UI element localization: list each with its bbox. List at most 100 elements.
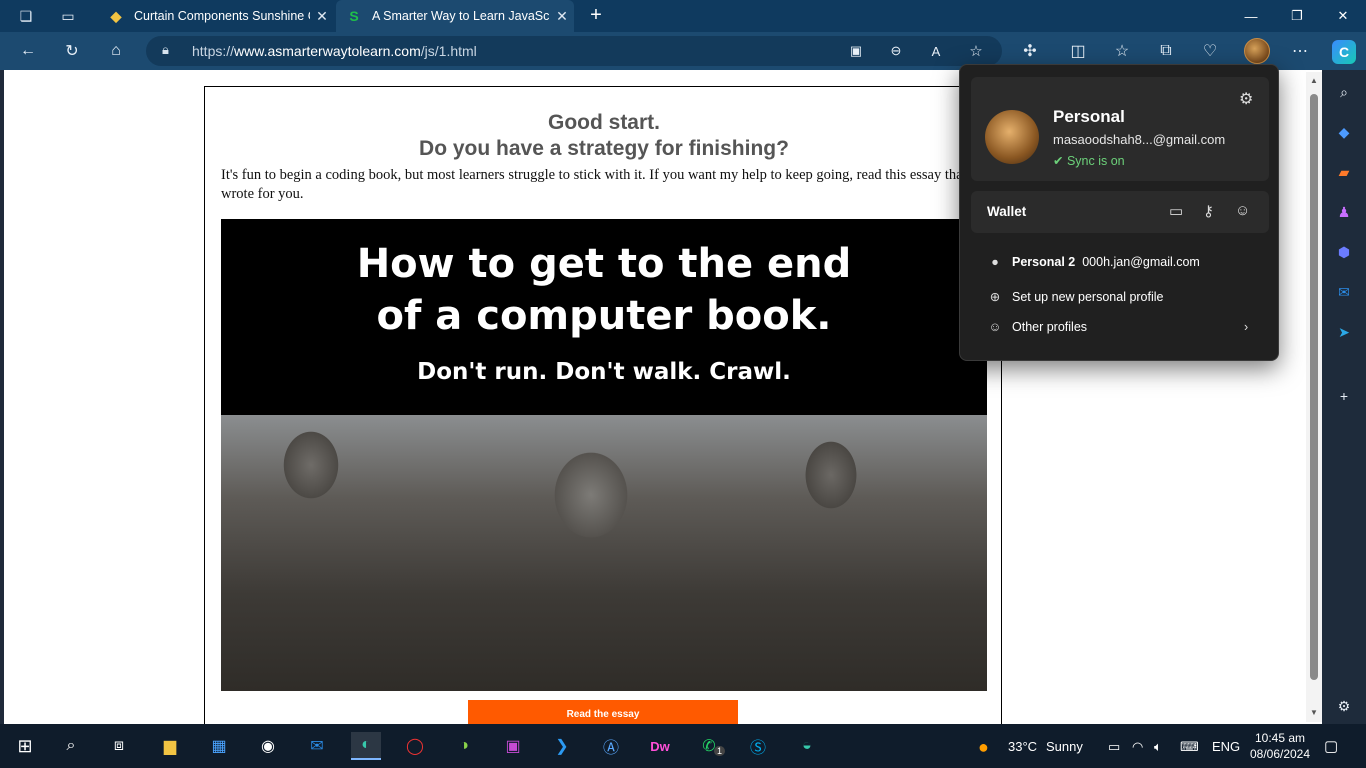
microsoft-365-icon[interactable]: ⬢ xyxy=(1334,242,1354,262)
drop-icon[interactable]: ➤ xyxy=(1334,322,1354,342)
tab-smarter-way[interactable]: S A Smarter Way to Learn JavaScrip ✕ xyxy=(336,0,574,32)
sync-status: ✔ Sync is on xyxy=(1053,154,1125,168)
whatsapp-icon[interactable]: ✆ 1 xyxy=(694,732,726,760)
banner-line1: How to get to the end xyxy=(356,241,852,287)
profile-email: masaoodshah8...@gmail.com xyxy=(1053,132,1226,147)
setup-new-profile[interactable]: ⊕ Set up new personal profile xyxy=(986,289,1164,305)
search-icon[interactable]: ⌕ xyxy=(1334,82,1354,102)
tab-curtain-components[interactable]: ◆ Curtain Components Sunshine C ✕ xyxy=(98,0,334,32)
favicon-icon: ◆ xyxy=(110,7,122,24)
volume-icon[interactable]: 🔈︎ xyxy=(1154,739,1162,755)
edge-beta-icon[interactable]: ◒ xyxy=(792,732,822,760)
sync-check-icon: ✔ xyxy=(1053,154,1067,168)
profile-avatar[interactable] xyxy=(1244,38,1270,64)
personal-info-icon[interactable]: ☺ xyxy=(1235,202,1250,219)
address-bar[interactable]: 🔒︎ https://www.asmarterwaytolearn.com/js… xyxy=(146,36,1002,66)
vscode-icon[interactable]: ❯ xyxy=(547,732,577,760)
camera-icon[interactable]: ◉ xyxy=(253,732,283,760)
whatsapp-badge: 1 xyxy=(714,746,726,756)
skype-icon[interactable]: Ⓢ xyxy=(743,732,773,760)
edge-icon[interactable]: ◐ xyxy=(351,732,381,760)
current-profile-card: Personal masaoodshah8...@gmail.com ✔ Syn… xyxy=(971,77,1269,181)
profile-name: Personal xyxy=(1053,107,1125,126)
outlook-icon[interactable]: ✉ xyxy=(1334,282,1354,302)
url-text[interactable]: https://www.asmarterwaytolearn.com/js/1.… xyxy=(192,43,477,59)
sidebar-settings-icon[interactable]: ⚙ xyxy=(1334,696,1354,716)
opera-icon[interactable]: ◯ xyxy=(400,732,430,760)
close-tab-icon[interactable]: ✕ xyxy=(550,8,574,25)
edge-dev-icon[interactable]: ◑ xyxy=(449,732,479,760)
banner-line3: Don't run. Don't walk. Crawl. xyxy=(417,359,791,385)
search-taskbar-icon[interactable]: ⌕ xyxy=(56,732,86,760)
heading-line1: Good start. xyxy=(547,111,660,134)
refresh-icon[interactable]: ↻ xyxy=(60,39,84,63)
wallet-label: Wallet xyxy=(987,204,1027,219)
title-bar: ❏ ▭ ◆ Curtain Components Sunshine C ✕ S … xyxy=(0,0,1366,32)
battery-icon[interactable]: ▭ xyxy=(1108,739,1120,755)
scroll-down-icon[interactable]: ▼ xyxy=(1306,708,1322,717)
other-profile-personal-2[interactable]: ● Personal 2 000h.jan@gmail.com xyxy=(986,255,1200,269)
outlook-new-icon[interactable]: ✉ xyxy=(302,732,332,760)
lock-icon[interactable]: 🔒︎ xyxy=(162,42,169,58)
weather-text[interactable]: Sunny xyxy=(1046,739,1083,754)
profile-avatar-small-icon: ● xyxy=(991,255,999,269)
media-blocked-icon[interactable]: ▣ xyxy=(844,39,868,63)
close-window-button[interactable]: ✕ xyxy=(1320,0,1366,32)
date: 08/06/2024 xyxy=(1249,747,1311,761)
workspaces-icon[interactable]: ❏ xyxy=(16,6,36,26)
keyboard-icon[interactable]: ⌨ xyxy=(1180,739,1199,755)
favorite-star-icon[interactable]: ☆ xyxy=(964,39,988,63)
shopping-icon[interactable]: ◆ xyxy=(1334,122,1354,142)
clock[interactable]: 10:45 am 08/06/2024 xyxy=(1244,730,1316,762)
task-view-icon[interactable]: ⧈ xyxy=(104,732,134,760)
intro-paragraph: It's fun to begin a coding book, but mos… xyxy=(221,167,976,202)
browser-essentials-icon[interactable]: ♡ xyxy=(1198,39,1222,63)
setup-new-profile-label: Set up new personal profile xyxy=(1012,289,1164,304)
tab-title: A Smarter Way to Learn JavaScrip xyxy=(372,9,550,23)
favicon-icon: S xyxy=(349,8,359,24)
intellij-icon[interactable]: ▣ xyxy=(498,732,528,760)
wallet-row[interactable]: Wallet ▭ ⚷ ☺ xyxy=(971,191,1269,233)
content-frame: Good start. Do you have a strategy for f… xyxy=(204,86,1002,746)
copilot-icon[interactable]: C xyxy=(1332,40,1356,64)
weather-sun-icon[interactable]: ● xyxy=(978,737,989,758)
profile-settings-icon[interactable]: ⚙ xyxy=(1239,89,1253,109)
file-explorer-icon[interactable]: ▆ xyxy=(155,732,185,760)
new-tab-button[interactable]: + xyxy=(584,4,608,28)
scrollbar-thumb[interactable] xyxy=(1310,94,1318,680)
payment-card-icon[interactable]: ▭ xyxy=(1169,202,1183,220)
password-key-icon[interactable]: ⚷ xyxy=(1203,202,1214,220)
split-screen-icon[interactable]: ◫ xyxy=(1066,39,1090,63)
windows-taskbar: ⊞ ⌕ ⧈ ▆ ▦ ◉ ✉ ◐ ◯ ◑ ▣ ❯ Ⓐ Dw ✆ 1 Ⓢ ◒ ● 33… xyxy=(0,724,1366,768)
add-sidebar-app-icon[interactable]: + xyxy=(1334,386,1354,406)
scroll-up-icon[interactable]: ▲ xyxy=(1306,76,1322,85)
games-icon[interactable]: ♟ xyxy=(1334,202,1354,222)
microsoft-store-icon[interactable]: ▦ xyxy=(204,732,234,760)
tab-actions-icon[interactable]: ▭ xyxy=(58,6,78,26)
start-icon[interactable]: ⊞ xyxy=(10,732,40,760)
collections-icon[interactable]: ⧉ xyxy=(1154,39,1178,63)
back-icon[interactable]: ← xyxy=(16,39,40,63)
more-options-icon[interactable]: ⋯ xyxy=(1288,39,1312,63)
dreamweaver-icon[interactable]: Dw xyxy=(645,732,675,760)
restore-button[interactable]: ❐ xyxy=(1274,0,1320,32)
profile-flyout: Personal masaoodshah8...@gmail.com ✔ Syn… xyxy=(959,64,1279,361)
minimize-button[interactable]: — xyxy=(1228,0,1274,32)
extensions-icon[interactable]: ✣ xyxy=(1018,39,1042,63)
add-circle-icon: ⊕ xyxy=(989,290,1001,304)
page-scrollbar[interactable]: ▲ ▼ xyxy=(1306,72,1322,722)
tab-title: Curtain Components Sunshine C xyxy=(134,9,310,23)
tools-icon[interactable]: ▰ xyxy=(1334,162,1354,182)
home-icon[interactable]: ⌂ xyxy=(104,39,128,63)
chevron-right-icon: › xyxy=(1244,320,1249,334)
wifi-icon[interactable]: ◠ xyxy=(1132,739,1143,755)
notifications-icon[interactable]: ▢ xyxy=(1324,737,1338,755)
close-tab-icon[interactable]: ✕ xyxy=(310,8,334,25)
temperature[interactable]: 33°C xyxy=(1008,739,1037,754)
zoom-icon[interactable]: ⊖ xyxy=(884,39,908,63)
app-icon[interactable]: Ⓐ xyxy=(596,732,626,760)
language-indicator[interactable]: ENG xyxy=(1212,739,1240,754)
other-profiles-row[interactable]: ☺ Other profiles › xyxy=(986,320,1266,334)
read-aloud-icon[interactable]: A xyxy=(924,39,948,63)
favorites-icon[interactable]: ☆ xyxy=(1110,39,1134,63)
